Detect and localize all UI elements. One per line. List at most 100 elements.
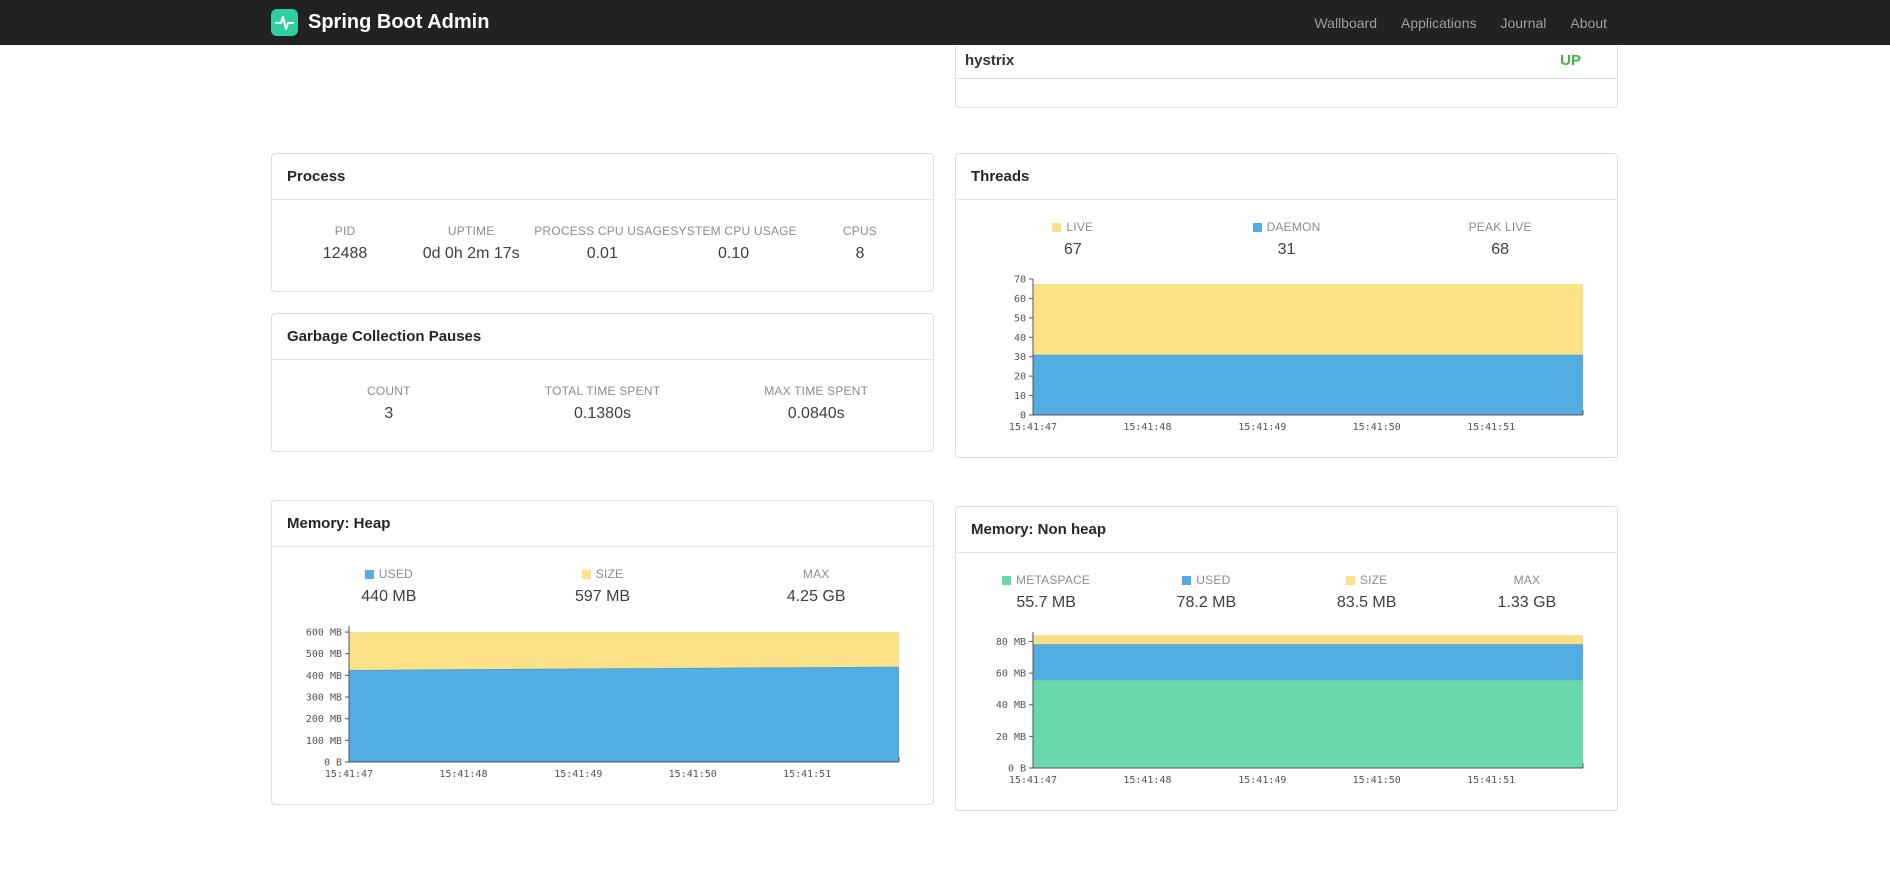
metric-label: TOTAL TIME SPENT <box>544 384 661 398</box>
svg-text:15:41:48: 15:41:48 <box>439 769 487 780</box>
svg-text:0 B: 0 B <box>1008 764 1026 775</box>
svg-text:15:41:49: 15:41:49 <box>1238 422 1286 433</box>
metric: PID 12488 <box>282 224 408 263</box>
metric-label: USED <box>1182 573 1230 587</box>
metric-value: 0.0840s <box>787 405 845 422</box>
metric-label: LIVE <box>1052 220 1093 234</box>
metric-label: PID <box>334 224 356 238</box>
metric-value: 8 <box>855 245 865 262</box>
metric-label: DAEMON <box>1252 220 1321 234</box>
panel-service-status: hystrix UP <box>955 45 1618 108</box>
metric-value: 597 MB <box>574 588 631 605</box>
nav-link-applications[interactable]: Applications <box>1389 15 1489 31</box>
legend-swatch <box>364 569 374 579</box>
legend-swatch <box>1345 575 1355 585</box>
metric-value: 4.25 GB <box>786 588 846 605</box>
metric-value: 0.1380s <box>574 405 631 422</box>
svg-text:15:41:47: 15:41:47 <box>1009 775 1057 786</box>
svg-text:15:41:50: 15:41:50 <box>669 769 717 780</box>
svg-text:0 B: 0 B <box>324 758 342 769</box>
brand-logo-icon <box>271 9 298 36</box>
metric-value: 12488 <box>322 245 368 262</box>
nav-links: Wallboard Applications Journal About <box>1302 15 1619 31</box>
panel-memory-nonheap: Memory: Non heap METASPACE 55.7 MB USED … <box>955 506 1618 811</box>
metric: METASPACE 55.7 MB <box>966 573 1126 612</box>
svg-text:15:41:49: 15:41:49 <box>1238 775 1286 786</box>
svg-text:20 MB: 20 MB <box>996 732 1026 743</box>
service-spacer <box>956 79 1617 107</box>
metric-value: 440 MB <box>361 588 417 605</box>
legend-swatch <box>1002 575 1012 585</box>
svg-text:15:41:48: 15:41:48 <box>1123 775 1171 786</box>
svg-text:15:41:50: 15:41:50 <box>1353 775 1401 786</box>
memory-nonheap-svg: 0 B 20 MB 40 MB 60 MB 80 MB 15:41:47 15:41:48 1… <box>996 632 1584 786</box>
svg-text:600 MB: 600 MB <box>306 628 342 639</box>
svg-text:80 MB: 80 MB <box>996 637 1026 648</box>
metric: CPUS 8 <box>797 224 923 263</box>
service-name: hystrix <box>965 52 1015 69</box>
panel-title-process: Process <box>272 154 933 200</box>
svg-text:15:41:51: 15:41:51 <box>1467 422 1515 433</box>
svg-text:60: 60 <box>1014 294 1026 305</box>
metric-label: METASPACE <box>1002 573 1090 587</box>
metric: DAEMON 31 <box>1180 220 1394 259</box>
metric-value: 3 <box>384 405 394 422</box>
legend-swatch <box>581 569 591 579</box>
svg-text:15:41:51: 15:41:51 <box>1467 775 1515 786</box>
svg-text:40: 40 <box>1014 333 1026 344</box>
metric-label: UPTIME <box>447 224 495 238</box>
nav-link-about[interactable]: About <box>1558 15 1619 31</box>
nav-link-wallboard[interactable]: Wallboard <box>1302 15 1389 31</box>
memory-nonheap-legend: METASPACE 55.7 MB USED 78.2 MB SIZE 83.5… <box>956 553 1617 624</box>
svg-text:40 MB: 40 MB <box>996 700 1026 711</box>
gc-metrics: COUNT 3 TOTAL TIME SPENT 0.1380s MAX TIM… <box>272 360 933 451</box>
metric-value: 0.01 <box>586 245 618 262</box>
brand-title: Spring Boot Admin <box>308 11 490 33</box>
metric-label: SIZE <box>581 567 623 581</box>
metric-label: SIZE <box>1345 573 1387 587</box>
metric: MAX 1.33 GB <box>1447 573 1607 612</box>
metric-value: 55.7 MB <box>1016 594 1076 611</box>
metric-value: 1.33 GB <box>1497 594 1557 611</box>
metric: PROCESS CPU USAGE 0.01 <box>534 224 670 263</box>
navbar: Spring Boot Admin Wallboard Applications J… <box>0 0 1890 45</box>
service-status: UP <box>1560 52 1581 69</box>
metric-label: MAX <box>1513 573 1541 587</box>
memory-heap-chart: 0 B 100 MB 200 MB 300 MB 400 MB 500 MB 600 MB 1… <box>272 618 933 804</box>
panel-title-memory-heap: Memory: Heap <box>272 501 933 547</box>
brand[interactable]: Spring Boot Admin <box>271 9 489 36</box>
metric-label: USED <box>364 567 413 581</box>
panel-threads: Threads LIVE 67 DAEMON 31 PEAK LIVE 68 0… <box>955 153 1618 458</box>
service-row[interactable]: hystrix UP <box>956 45 1617 79</box>
svg-text:60 MB: 60 MB <box>996 669 1026 680</box>
metric-value: 31 <box>1277 241 1296 258</box>
metric: MAX TIME SPENT 0.0840s <box>709 384 923 423</box>
right-column: hystrix UP Threads LIVE 67 DAEMON 31 PEA… <box>955 45 1618 811</box>
panel-title-threads: Threads <box>956 154 1617 200</box>
svg-text:0: 0 <box>1020 411 1026 422</box>
panel-title-memory-nonheap: Memory: Non heap <box>956 507 1617 553</box>
legend-swatch <box>1182 575 1192 585</box>
metric: UPTIME 0d 0h 2m 17s <box>408 224 534 263</box>
memory-heap-legend: USED 440 MB SIZE 597 MB MAX 4.25 GB <box>272 547 933 618</box>
svg-text:100 MB: 100 MB <box>306 736 342 747</box>
metric-label: PEAK LIVE <box>1468 220 1532 234</box>
process-metrics: PID 12488 UPTIME 0d 0h 2m 17s PROCESS CP… <box>272 200 933 291</box>
svg-text:10: 10 <box>1014 391 1026 402</box>
metric-value: 68 <box>1491 241 1510 258</box>
metric: MAX 4.25 GB <box>709 567 923 606</box>
memory-nonheap-chart: 0 B 20 MB 40 MB 60 MB 80 MB 15:41:47 15:41:48 1… <box>956 624 1617 810</box>
nav-link-journal[interactable]: Journal <box>1488 15 1558 31</box>
panel-gc: Garbage Collection Pauses COUNT 3 TOTAL … <box>271 313 934 452</box>
metric: SIZE 83.5 MB <box>1287 573 1447 612</box>
left-column: Process PID 12488 UPTIME 0d 0h 2m 17s PR… <box>271 153 934 805</box>
metric-value: 78.2 MB <box>1176 594 1237 611</box>
metric: SYSTEM CPU USAGE 0.10 <box>670 224 797 263</box>
metric-label: MAX <box>802 567 830 581</box>
main-content: Process PID 12488 UPTIME 0d 0h 2m 17s PR… <box>271 45 1619 881</box>
legend-swatch <box>1252 222 1262 232</box>
metric: COUNT 3 <box>282 384 496 423</box>
threads-svg: 0 10 20 30 40 50 60 70 15:41:47 15:41:48 15:41:49 1… <box>1009 275 1584 433</box>
legend-swatch <box>1052 222 1062 232</box>
svg-text:400 MB: 400 MB <box>306 671 342 682</box>
